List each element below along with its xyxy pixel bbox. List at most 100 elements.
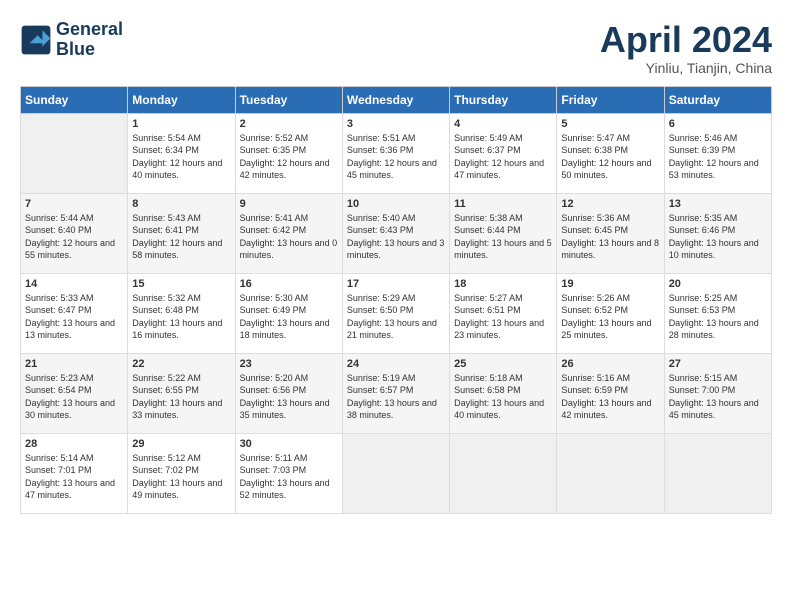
day-number: 19 (561, 278, 659, 290)
day-number: 29 (132, 438, 230, 450)
day-number: 24 (347, 358, 445, 370)
day-sun-info: Sunrise: 5:38 AMSunset: 6:44 PMDaylight:… (454, 212, 552, 262)
calendar-cell: 20Sunrise: 5:25 AMSunset: 6:53 PMDayligh… (664, 273, 771, 353)
calendar-cell: 3 Sunrise: 5:51 AMSunset: 6:36 PMDaylight… (342, 113, 449, 193)
calendar-week-row: 14Sunrise: 5:33 AMSunset: 6:47 PMDayligh… (21, 273, 772, 353)
day-number: 2 (240, 118, 338, 130)
calendar-cell: 13Sunrise: 5:35 AMSunset: 6:46 PMDayligh… (664, 193, 771, 273)
title-block: April 2024 Yinliu, Tianjin, China (600, 20, 772, 76)
day-sun-info: Sunrise: 5:43 AMSunset: 6:41 PMDaylight:… (132, 212, 230, 262)
day-sun-info: Sunrise: 5:22 AMSunset: 6:55 PMDaylight:… (132, 372, 230, 422)
calendar-cell (664, 433, 771, 513)
calendar-cell: 10Sunrise: 5:40 AMSunset: 6:43 PMDayligh… (342, 193, 449, 273)
weekday-header-sunday: Sunday (21, 86, 128, 113)
day-number: 23 (240, 358, 338, 370)
day-sun-info: Sunrise: 5:51 AMSunset: 6:36 PMDaylight:… (347, 132, 445, 182)
header: General Blue April 2024 Yinliu, Tianjin,… (20, 20, 772, 76)
day-sun-info: Sunrise: 5:20 AMSunset: 6:56 PMDaylight:… (240, 372, 338, 422)
day-number: 17 (347, 278, 445, 290)
calendar-cell (450, 433, 557, 513)
day-number: 9 (240, 198, 338, 210)
weekday-header-wednesday: Wednesday (342, 86, 449, 113)
day-number: 30 (240, 438, 338, 450)
calendar-cell: 7 Sunrise: 5:44 AMSunset: 6:40 PMDaylight… (21, 193, 128, 273)
day-sun-info: Sunrise: 5:49 AMSunset: 6:37 PMDaylight:… (454, 132, 552, 182)
day-sun-info: Sunrise: 5:41 AMSunset: 6:42 PMDaylight:… (240, 212, 338, 262)
calendar-cell: 26Sunrise: 5:16 AMSunset: 6:59 PMDayligh… (557, 353, 664, 433)
day-number: 20 (669, 278, 767, 290)
day-number: 5 (561, 118, 659, 130)
day-number: 7 (25, 198, 123, 210)
day-sun-info: Sunrise: 5:14 AMSunset: 7:01 PMDaylight:… (25, 452, 123, 502)
calendar-cell (557, 433, 664, 513)
day-sun-info: Sunrise: 5:47 AMSunset: 6:38 PMDaylight:… (561, 132, 659, 182)
day-number: 15 (132, 278, 230, 290)
day-sun-info: Sunrise: 5:18 AMSunset: 6:58 PMDaylight:… (454, 372, 552, 422)
day-sun-info: Sunrise: 5:15 AMSunset: 7:00 PMDaylight:… (669, 372, 767, 422)
calendar-cell: 25 Sunrise: 5:18 AMSunset: 6:58 PMDayligh… (450, 353, 557, 433)
day-sun-info: Sunrise: 5:27 AMSunset: 6:51 PMDaylight:… (454, 292, 552, 342)
day-sun-info: Sunrise: 5:26 AMSunset: 6:52 PMDaylight:… (561, 292, 659, 342)
calendar-subtitle: Yinliu, Tianjin, China (600, 60, 772, 76)
weekday-header-saturday: Saturday (664, 86, 771, 113)
calendar-cell: 12 Sunrise: 5:36 AMSunset: 6:45 PMDayligh… (557, 193, 664, 273)
day-number: 27 (669, 358, 767, 370)
calendar-cell (342, 433, 449, 513)
calendar-cell: 17 Sunrise: 5:29 AMSunset: 6:50 PMDayligh… (342, 273, 449, 353)
logo: General Blue (20, 20, 123, 60)
logo-text: General Blue (56, 20, 123, 60)
calendar-cell: 30 Sunrise: 5:11 AMSunset: 7:03 PMDayligh… (235, 433, 342, 513)
day-number: 12 (561, 198, 659, 210)
calendar-table: SundayMondayTuesdayWednesdayThursdayFrid… (20, 86, 772, 514)
day-number: 16 (240, 278, 338, 290)
day-sun-info: Sunrise: 5:44 AMSunset: 6:40 PMDaylight:… (25, 212, 123, 262)
calendar-cell: 8 Sunrise: 5:43 AMSunset: 6:41 PMDaylight… (128, 193, 235, 273)
day-sun-info: Sunrise: 5:29 AMSunset: 6:50 PMDaylight:… (347, 292, 445, 342)
logo-icon (20, 24, 52, 56)
calendar-cell: 19 Sunrise: 5:26 AMSunset: 6:52 PMDayligh… (557, 273, 664, 353)
day-number: 10 (347, 198, 445, 210)
day-sun-info: Sunrise: 5:19 AMSunset: 6:57 PMDaylight:… (347, 372, 445, 422)
day-number: 4 (454, 118, 552, 130)
calendar-week-row: 21Sunrise: 5:23 AMSunset: 6:54 PMDayligh… (21, 353, 772, 433)
calendar-cell: 9 Sunrise: 5:41 AMSunset: 6:42 PMDaylight… (235, 193, 342, 273)
calendar-cell (21, 113, 128, 193)
calendar-cell: 24 Sunrise: 5:19 AMSunset: 6:57 PMDayligh… (342, 353, 449, 433)
calendar-cell: 15 Sunrise: 5:32 AMSunset: 6:48 PMDayligh… (128, 273, 235, 353)
day-number: 1 (132, 118, 230, 130)
day-sun-info: Sunrise: 5:54 AMSunset: 6:34 PMDaylight:… (132, 132, 230, 182)
day-sun-info: Sunrise: 5:33 AMSunset: 6:47 PMDaylight:… (25, 292, 123, 342)
day-number: 3 (347, 118, 445, 130)
weekday-header-monday: Monday (128, 86, 235, 113)
day-sun-info: Sunrise: 5:35 AMSunset: 6:46 PMDaylight:… (669, 212, 767, 262)
calendar-cell: 5 Sunrise: 5:47 AMSunset: 6:38 PMDaylight… (557, 113, 664, 193)
day-number: 22 (132, 358, 230, 370)
day-sun-info: Sunrise: 5:46 AMSunset: 6:39 PMDaylight:… (669, 132, 767, 182)
calendar-week-row: 1 Sunrise: 5:54 AMSunset: 6:34 PMDaylight… (21, 113, 772, 193)
day-sun-info: Sunrise: 5:32 AMSunset: 6:48 PMDaylight:… (132, 292, 230, 342)
calendar-week-row: 7 Sunrise: 5:44 AMSunset: 6:40 PMDaylight… (21, 193, 772, 273)
calendar-cell: 28Sunrise: 5:14 AMSunset: 7:01 PMDayligh… (21, 433, 128, 513)
calendar-title: April 2024 (600, 20, 772, 60)
day-sun-info: Sunrise: 5:30 AMSunset: 6:49 PMDaylight:… (240, 292, 338, 342)
day-sun-info: Sunrise: 5:11 AMSunset: 7:03 PMDaylight:… (240, 452, 338, 502)
weekday-header-row: SundayMondayTuesdayWednesdayThursdayFrid… (21, 86, 772, 113)
calendar-cell: 14Sunrise: 5:33 AMSunset: 6:47 PMDayligh… (21, 273, 128, 353)
calendar-cell: 18Sunrise: 5:27 AMSunset: 6:51 PMDayligh… (450, 273, 557, 353)
day-number: 8 (132, 198, 230, 210)
day-sun-info: Sunrise: 5:52 AMSunset: 6:35 PMDaylight:… (240, 132, 338, 182)
weekday-header-thursday: Thursday (450, 86, 557, 113)
calendar-cell: 29 Sunrise: 5:12 AMSunset: 7:02 PMDayligh… (128, 433, 235, 513)
calendar-cell: 23 Sunrise: 5:20 AMSunset: 6:56 PMDayligh… (235, 353, 342, 433)
calendar-cell: 2 Sunrise: 5:52 AMSunset: 6:35 PMDaylight… (235, 113, 342, 193)
weekday-header-friday: Friday (557, 86, 664, 113)
calendar-cell: 11 Sunrise: 5:38 AMSunset: 6:44 PMDayligh… (450, 193, 557, 273)
day-number: 25 (454, 358, 552, 370)
day-sun-info: Sunrise: 5:12 AMSunset: 7:02 PMDaylight:… (132, 452, 230, 502)
day-number: 11 (454, 198, 552, 210)
calendar-cell: 1 Sunrise: 5:54 AMSunset: 6:34 PMDaylight… (128, 113, 235, 193)
calendar-cell: 21Sunrise: 5:23 AMSunset: 6:54 PMDayligh… (21, 353, 128, 433)
calendar-cell: 22 Sunrise: 5:22 AMSunset: 6:55 PMDayligh… (128, 353, 235, 433)
calendar-cell: 6Sunrise: 5:46 AMSunset: 6:39 PMDaylight… (664, 113, 771, 193)
day-sun-info: Sunrise: 5:36 AMSunset: 6:45 PMDaylight:… (561, 212, 659, 262)
